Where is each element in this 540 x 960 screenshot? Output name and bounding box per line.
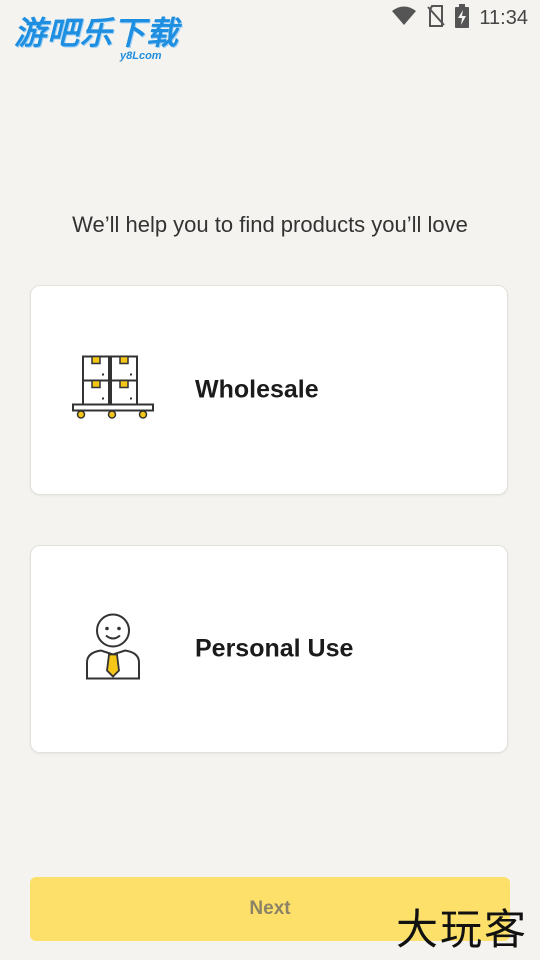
person-tie-icon	[71, 611, 155, 688]
option-label-personal-use: Personal Use	[195, 634, 354, 663]
watermark-logo: 游吧乐下载	[14, 15, 180, 51]
status-bar: 游吧乐下载 y8Lcom 11:34	[0, 0, 540, 62]
onboarding-prompt: We’ll help you to find products you’ll l…	[72, 212, 468, 237]
pallet-boxes-icon	[71, 355, 155, 426]
no-sim-icon	[427, 4, 446, 32]
battery-charging-icon	[455, 3, 470, 33]
option-label-wholesale: Wholesale	[195, 375, 319, 404]
status-time: 11:34	[479, 6, 528, 29]
option-card-wholesale[interactable]: Wholesale	[30, 285, 508, 495]
option-card-personal-use[interactable]: Personal Use	[30, 545, 508, 753]
watermark-text: 大玩客	[395, 905, 528, 954]
wifi-icon	[391, 6, 417, 31]
status-icons: 11:34	[391, 3, 528, 33]
watermark-logo-subtitle: y8Lcom	[120, 50, 162, 62]
